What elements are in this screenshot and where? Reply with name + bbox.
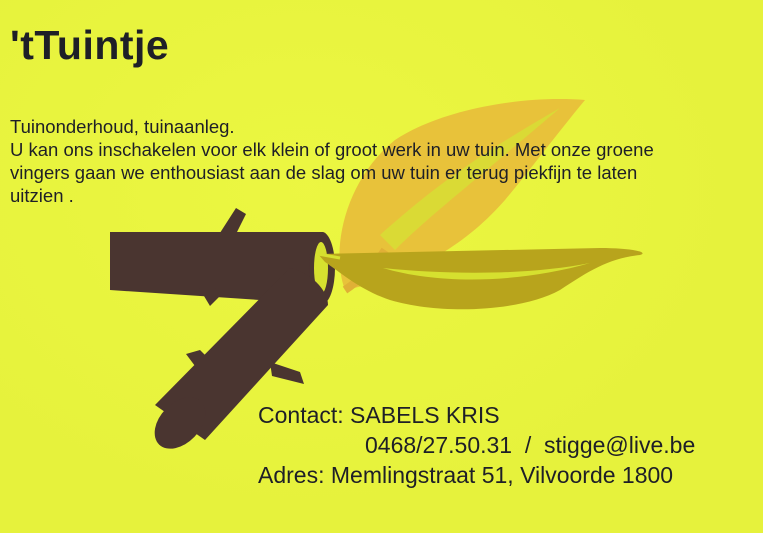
email-address: stigge@live.be	[544, 432, 696, 458]
phone-email-line: 0468/27.50.31 / stigge@live.be	[258, 430, 695, 460]
contact-line: Contact: SABELS KRIS	[258, 400, 695, 430]
intro-line: Tuinonderhoud, tuinaanleg.	[10, 116, 235, 137]
separator: /	[524, 432, 532, 458]
contact-block: Contact: SABELS KRIS 0468/27.50.31 / sti…	[258, 400, 695, 490]
intro-line: vingers gaan we enthousiast aan de slag …	[10, 162, 638, 183]
contact-label: Contact:	[258, 402, 344, 428]
intro-text: Tuinonderhoud, tuinaanleg. U kan ons ins…	[10, 115, 755, 207]
intro-line: uitzien .	[10, 185, 74, 206]
address-text: Memlingstraat 51, Vilvoorde 1800	[330, 462, 674, 488]
contact-name: SABELS KRIS	[350, 402, 500, 428]
address-label: Adres:	[258, 462, 325, 488]
address-line: Adres: Memlingstraat 51, Vilvoorde 1800	[258, 460, 695, 490]
business-card: 'tTuintje Tuinonderhoud, tuinaanleg. U k…	[0, 0, 763, 533]
intro-line: U kan ons inschakelen voor elk klein of …	[10, 139, 654, 160]
gold-leaf-icon	[317, 248, 643, 310]
phone-number: 0468/27.50.31	[365, 432, 513, 458]
